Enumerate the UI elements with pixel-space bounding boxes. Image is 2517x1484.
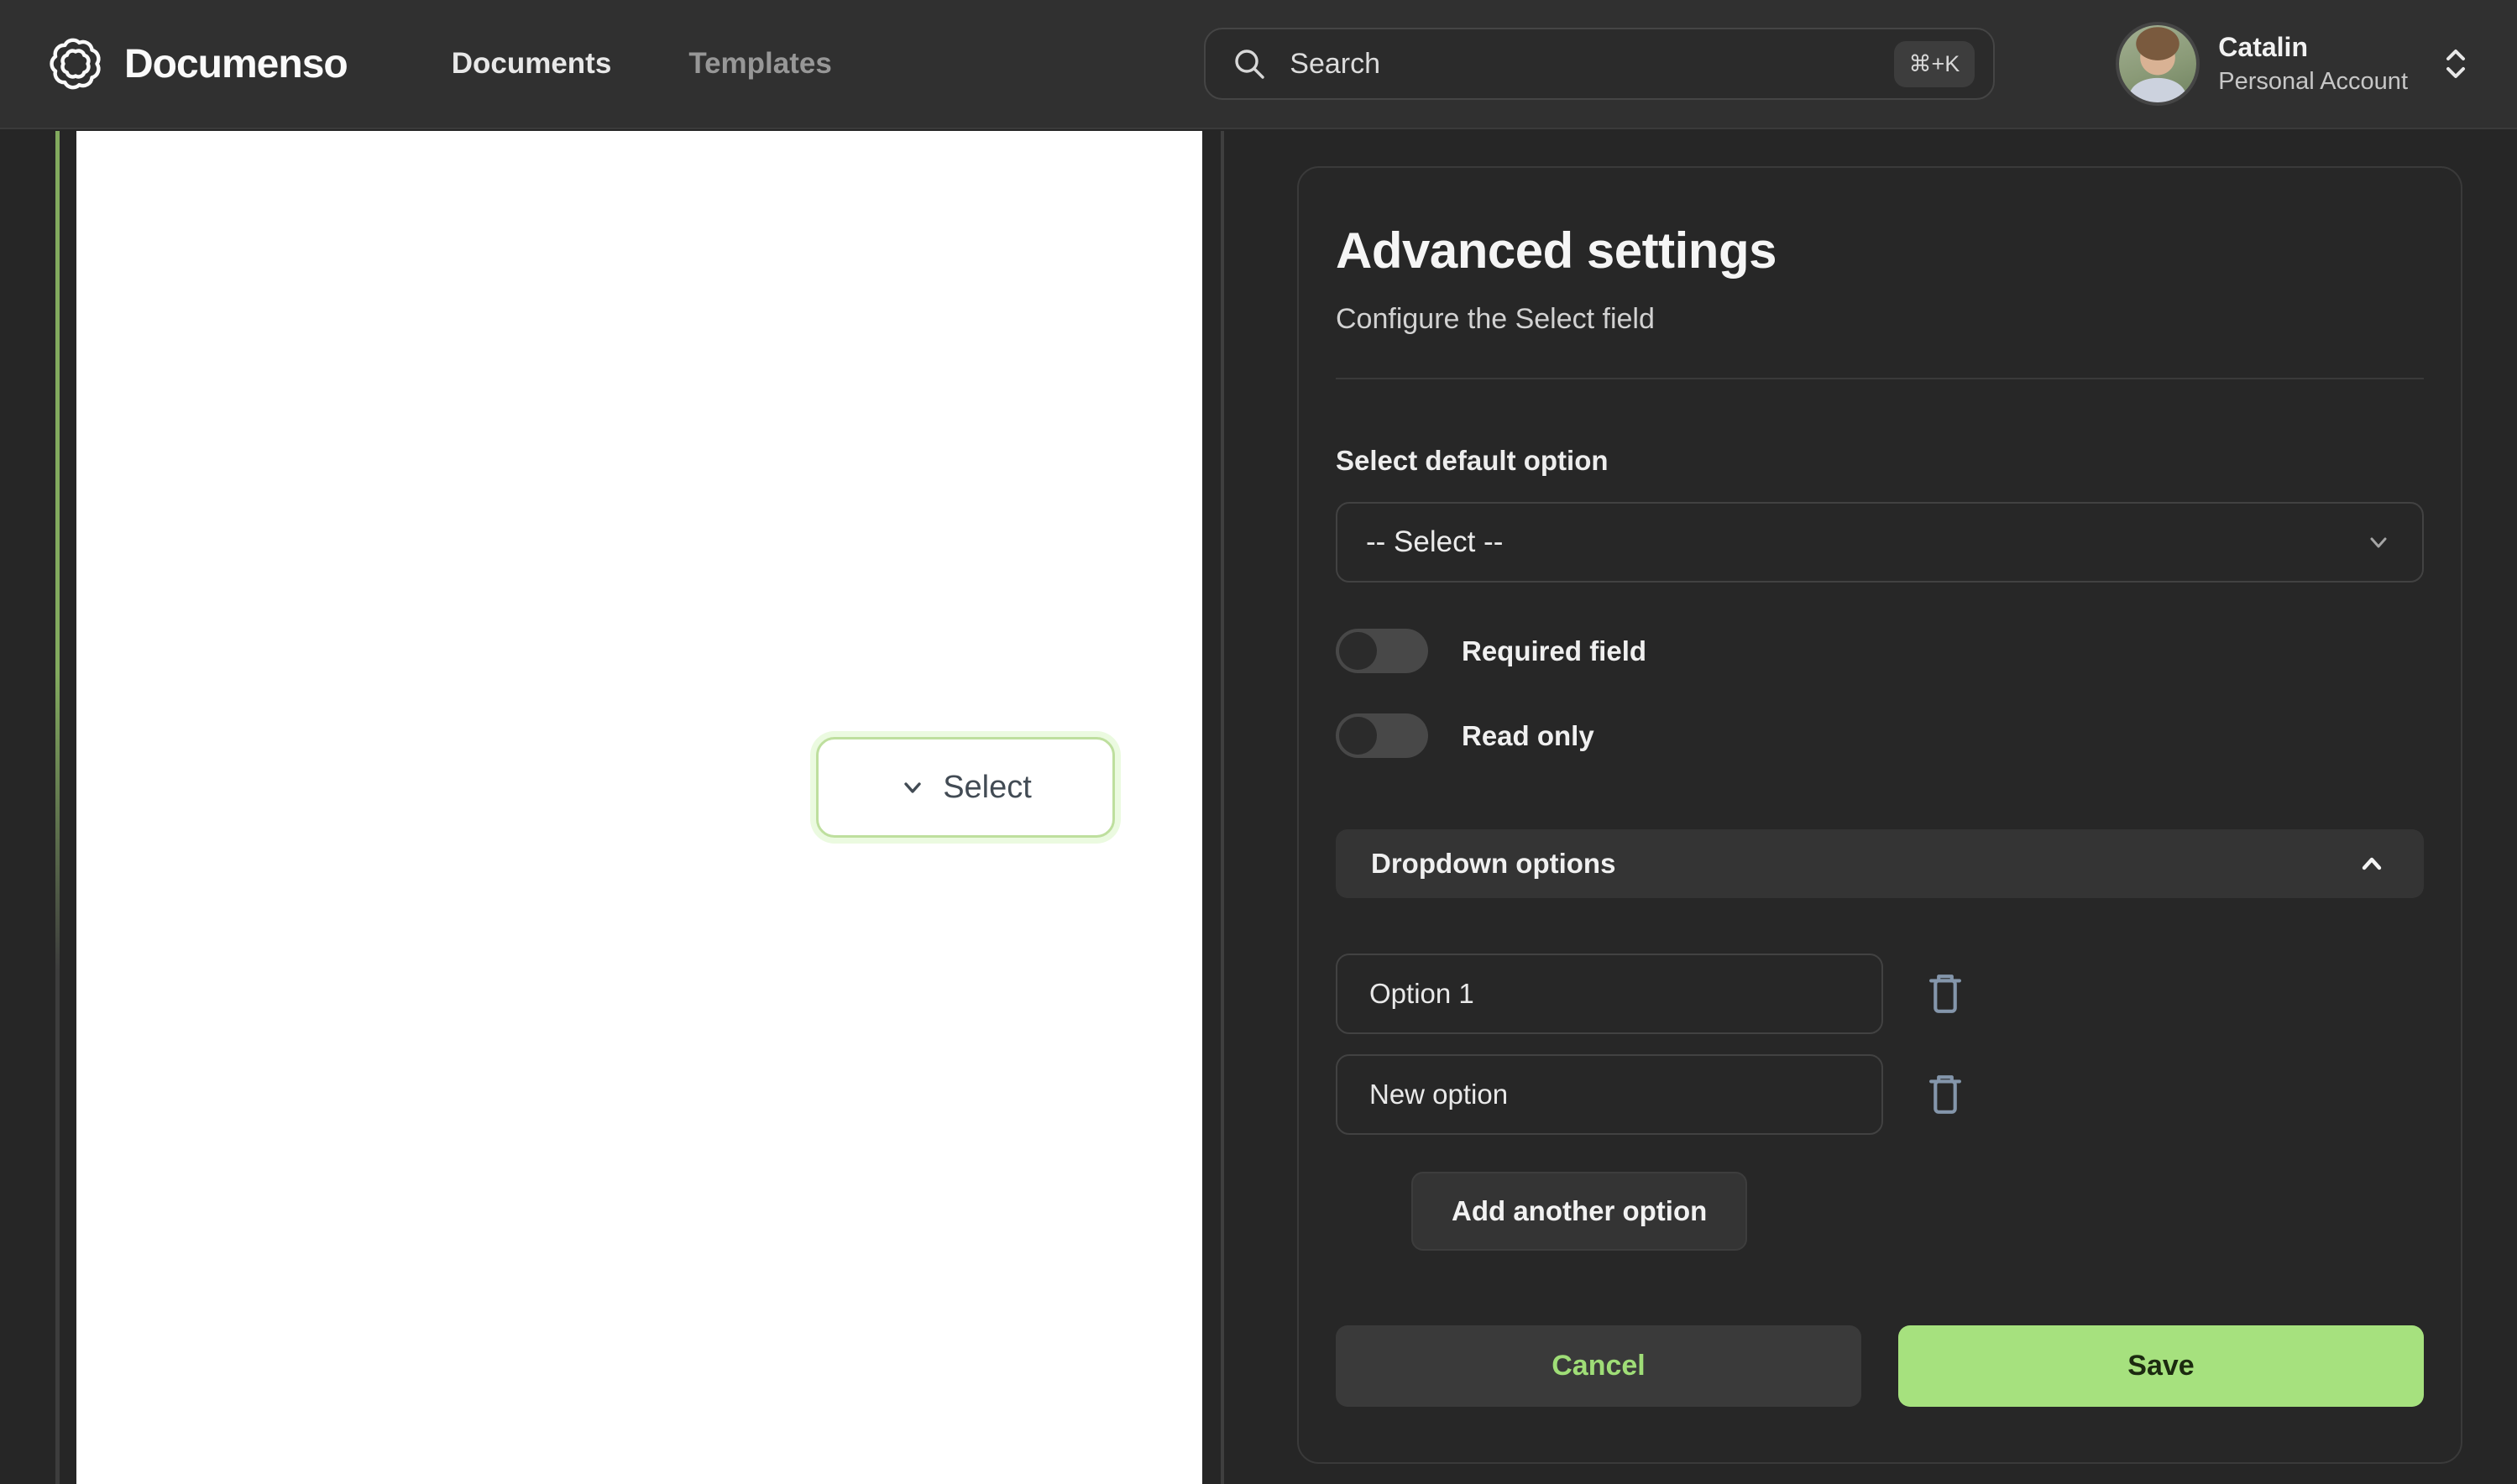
brand-logo[interactable]: Documenso (47, 35, 348, 92)
panel-subtitle: Configure the Select field (1336, 303, 1655, 335)
read-only-toggle[interactable] (1336, 713, 1428, 758)
panel-title: Advanced settings (1336, 222, 1777, 279)
delete-option-button[interactable] (1923, 969, 1967, 1019)
document-select-field[interactable]: Select (816, 737, 1115, 838)
delete-option-button[interactable] (1923, 1069, 1967, 1120)
document-select-field-label: Select (943, 769, 1032, 805)
main-nav: Documents Templates (452, 47, 832, 81)
user-avatar (2119, 25, 2197, 102)
search-shortcut-badge: ⌘+K (1893, 40, 1975, 87)
user-account-type: Personal Account (2218, 68, 2408, 95)
required-field-label: Required field (1462, 635, 1647, 666)
nav-item-templates[interactable]: Templates (688, 47, 832, 81)
user-name: Catalin (2218, 32, 2308, 62)
main-content: Select Advanced settings Configure the S… (0, 131, 2517, 1484)
panel-scrollbar[interactable] (1221, 131, 1224, 1484)
nav-item-documents[interactable]: Documents (452, 47, 612, 81)
chevron-down-icon (899, 774, 926, 801)
top-navbar: Documenso Documents Templates ⌘+K Catali… (0, 0, 2517, 129)
required-field-row: Required field (1336, 629, 2424, 673)
documenso-seal-icon (47, 35, 104, 92)
add-another-option-button[interactable]: Add another option (1411, 1172, 1748, 1251)
chevron-up-icon (2355, 847, 2389, 880)
account-menu[interactable]: Catalin Personal Account (2119, 25, 2470, 102)
toggle-knob (1339, 717, 1377, 755)
default-option-select[interactable]: -- Select -- (1336, 502, 2424, 583)
chevron-down-icon (2363, 527, 2394, 557)
page-scroll-indicator (55, 131, 60, 1484)
brand-name: Documenso (124, 41, 348, 86)
global-search[interactable]: ⌘+K (1204, 28, 1996, 100)
trash-icon (1929, 975, 1961, 1013)
chevron-up-down-icon (2441, 44, 2470, 83)
default-option-value: -- Select -- (1366, 525, 1504, 558)
cancel-button[interactable]: Cancel (1336, 1325, 1861, 1407)
required-field-toggle[interactable] (1336, 629, 1428, 673)
option-input-1[interactable] (1336, 954, 1883, 1034)
default-option-label: Select default option (1336, 445, 1609, 476)
option-input-2[interactable] (1336, 1054, 1883, 1135)
read-only-label: Read only (1462, 719, 1594, 751)
toggle-knob (1339, 632, 1377, 670)
document-page: Select (76, 131, 1202, 1484)
divider (1336, 378, 2424, 379)
panel-footer: Cancel Save (1336, 1325, 2424, 1407)
dropdown-options-label: Dropdown options (1371, 848, 1616, 879)
search-icon (1231, 45, 1268, 82)
read-only-row: Read only (1336, 713, 2424, 758)
advanced-settings-panel: Advanced settings Configure the Select f… (1297, 166, 2462, 1464)
search-input[interactable] (1290, 47, 1872, 81)
trash-icon (1929, 1075, 1961, 1114)
option-row (1336, 954, 2424, 1034)
option-row (1336, 1054, 2424, 1135)
dropdown-options-header[interactable]: Dropdown options (1336, 829, 2424, 898)
save-button[interactable]: Save (1898, 1325, 2424, 1407)
